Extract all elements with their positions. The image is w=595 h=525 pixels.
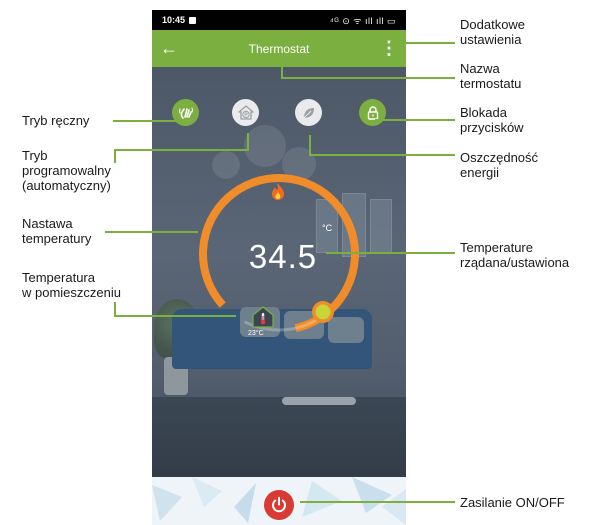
- label-room-temperature: Temperatura w pomieszczeniu: [22, 270, 121, 300]
- label-power-toggle: Zasilanie ON/OFF: [460, 495, 565, 510]
- label-button-lock: Blokada przycisków: [460, 105, 524, 135]
- label-extra-settings: Dodatkowe ustawienia: [460, 17, 526, 47]
- label-temperature-setpoint: Nastawa temperatury: [22, 216, 92, 246]
- label-energy-saving: Oszczędność energii: [460, 150, 539, 180]
- label-manual-mode: Tryb ręczny: [22, 113, 90, 128]
- label-target-temperature: Temperature rządana/ustawiona: [460, 240, 570, 270]
- label-programmable-mode: Tryb programowalny (automatyczny): [22, 148, 111, 193]
- label-thermostat-name: Nazwa termostatu: [460, 61, 522, 91]
